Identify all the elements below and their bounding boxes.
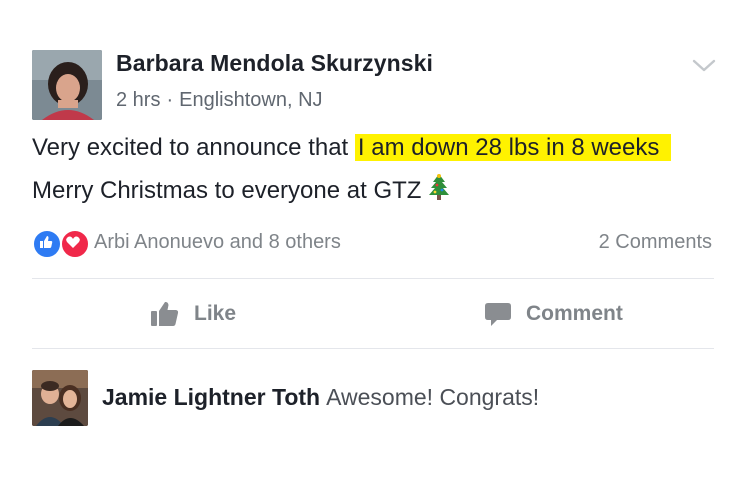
love-reaction-icon	[60, 229, 90, 259]
author-avatar[interactable]	[32, 50, 102, 120]
reactions-bar[interactable]: Arbi Anonuevo and 8 others 2 Comments	[32, 228, 712, 259]
thumbs-up-icon	[151, 301, 179, 326]
author-name[interactable]: Barbara Mendola Skurzynski	[116, 50, 433, 77]
facebook-post: Barbara Mendola Skurzynski 2 hrs · English…	[0, 0, 748, 494]
post-text-second: Merry Christmas to everyone at GTZ	[32, 177, 422, 204]
post-time[interactable]: 2 hrs	[116, 89, 160, 111]
post-text-prefix: Very excited to announce that	[32, 134, 355, 161]
commenter-avatar[interactable]	[32, 370, 88, 426]
christmas-tree-icon	[427, 173, 451, 208]
divider	[32, 278, 714, 279]
like-button[interactable]: Like	[150, 294, 236, 334]
comment-label: Comment	[526, 302, 623, 325]
like-reaction-icon	[32, 229, 62, 259]
like-label: Like	[194, 302, 237, 325]
post-text-line2: Merry Christmas to everyone at GTZ	[32, 173, 451, 208]
comment: Jamie Lightner Toth Awesome! Congrats!	[102, 384, 539, 411]
chevron-down-icon[interactable]	[692, 58, 716, 74]
post-meta: 2 hrs · Englishtown, NJ	[116, 89, 323, 112]
comment-author[interactable]: Jamie Lightner Toth	[102, 384, 320, 410]
post-text-highlight: I am down 28 lbs in 8 weeks	[354, 134, 672, 161]
reactors-summary[interactable]: Arbi Anonuevo and 8 others	[94, 231, 341, 254]
divider	[32, 348, 714, 349]
meta-separator: ·	[166, 89, 174, 111]
comment-body: Awesome! Congrats!	[326, 384, 540, 410]
comment-bubble-icon	[485, 303, 511, 326]
comments-count[interactable]: 2 Comments	[599, 231, 712, 254]
post-location[interactable]: Englishtown, NJ	[179, 89, 322, 111]
post-text-line1: Very excited to announce that I am down …	[32, 134, 672, 162]
comment-button[interactable]: Comment	[484, 294, 623, 334]
